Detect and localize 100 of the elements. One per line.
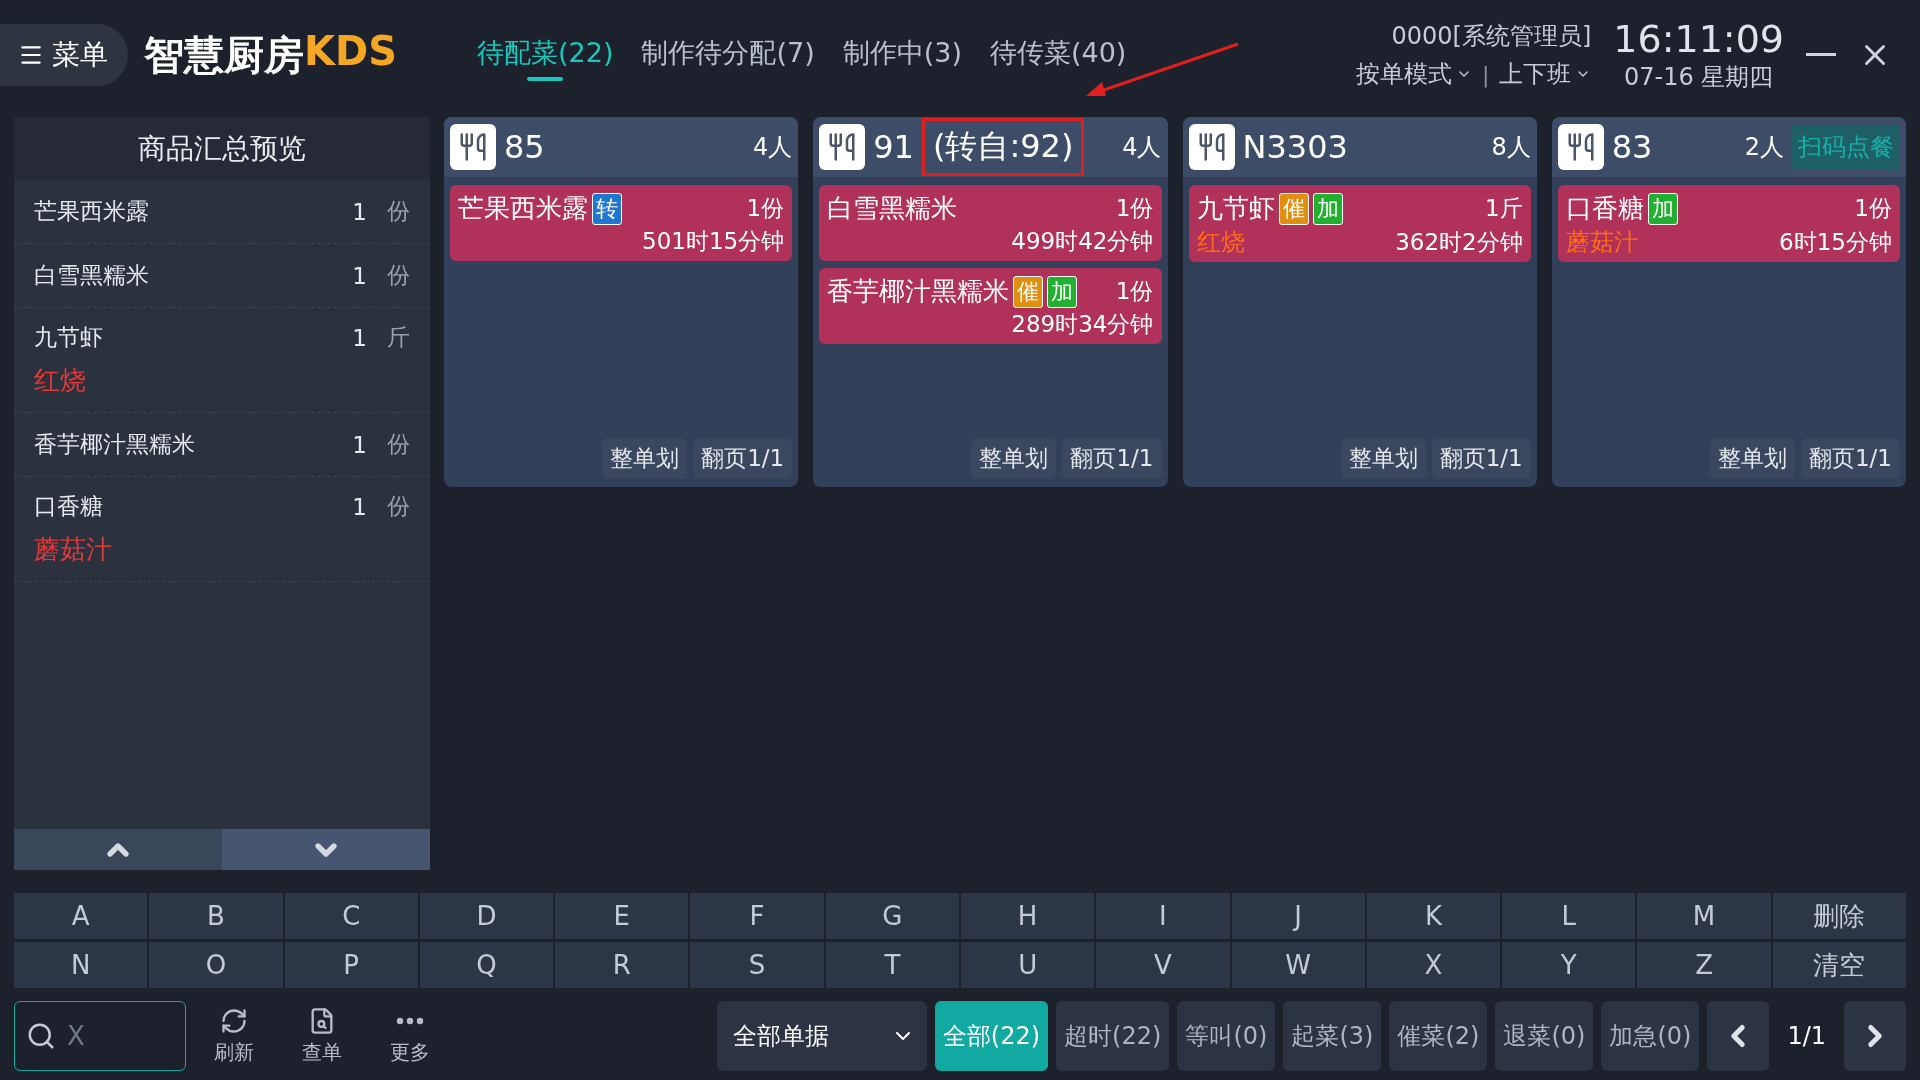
- dish-item[interactable]: 香芋椰汁黑糯米 催 加 1份 289时34分钟: [819, 268, 1162, 344]
- dish-name: 白雪黑糯米: [34, 261, 150, 290]
- dish-tag: 催: [1013, 275, 1044, 308]
- mode-dropdown[interactable]: 按单模式: [1355, 58, 1472, 90]
- keyboard-key[interactable]: S: [690, 942, 824, 988]
- date-label: 07-16 星期四: [1623, 62, 1774, 93]
- filter-button[interactable]: 催菜(2): [1389, 1001, 1488, 1071]
- page-indicator: 1/1: [1786, 1022, 1827, 1050]
- dish-item[interactable]: 芒果西米露 转 1份 501时15分钟: [450, 185, 793, 261]
- keyboard-key[interactable]: R: [555, 942, 689, 988]
- keyboard-key[interactable]: M: [1637, 893, 1771, 939]
- filter-button[interactable]: 等叫(0): [1177, 1001, 1276, 1071]
- dish-item[interactable]: 白雪黑糯米 1份 499时42分钟: [819, 185, 1162, 261]
- card-action-button[interactable]: 整单划: [971, 438, 1057, 479]
- dish-tag: 加: [1047, 275, 1078, 308]
- keyboard-key[interactable]: C: [284, 893, 418, 939]
- card-action-button[interactable]: 整单划: [1340, 438, 1426, 479]
- elapsed-time: 499时42分钟: [1011, 227, 1154, 256]
- keyboard-key[interactable]: Y: [1502, 942, 1636, 988]
- keyboard-key[interactable]: W: [1231, 942, 1365, 988]
- keyboard-key[interactable]: 清空: [1772, 942, 1906, 988]
- dish-note: 蘑菇汁: [34, 533, 112, 566]
- keyboard-key[interactable]: B: [149, 893, 283, 939]
- panel-title: 商品汇总预览: [14, 117, 430, 180]
- previous-page-button[interactable]: [1707, 1001, 1770, 1071]
- dish-name: 九节虾: [34, 323, 104, 352]
- dish-quantity: 1: [352, 324, 367, 351]
- keyboard-key[interactable]: T: [825, 942, 959, 988]
- separator: |: [1481, 61, 1490, 87]
- keyboard-key[interactable]: J: [1231, 893, 1365, 939]
- filter-button[interactable]: 起菜(3): [1283, 1001, 1382, 1071]
- dish-quantity: 1: [352, 262, 367, 289]
- card-action-button[interactable]: 整单划: [602, 438, 688, 479]
- search-field[interactable]: X: [14, 1001, 186, 1071]
- keyboard-key[interactable]: Z: [1637, 942, 1771, 988]
- search-icon: [26, 1021, 56, 1051]
- order-source: 扫码点餐: [1792, 125, 1900, 169]
- dish-tag: 转: [592, 192, 622, 225]
- card-action-button[interactable]: 翻页1/1: [693, 438, 793, 479]
- keyboard-key[interactable]: H: [961, 893, 1095, 939]
- dish-name: 九节虾: [1196, 192, 1275, 225]
- dish-unit: 份: [387, 197, 410, 226]
- dish-quantity: 1份: [1115, 194, 1154, 223]
- keyboard-key[interactable]: D: [419, 893, 554, 939]
- toolbar-button[interactable]: 更多: [370, 1005, 450, 1067]
- card-action-button[interactable]: 翻页1/1: [1431, 438, 1531, 479]
- table-number: 91: [873, 128, 914, 166]
- filter-button[interactable]: 超时(22): [1056, 1001, 1170, 1071]
- utensils-icon: [819, 124, 866, 170]
- dish-quantity: 1: [352, 493, 367, 520]
- dish-note: 红烧: [1196, 227, 1245, 258]
- keyboard-key[interactable]: L: [1502, 893, 1636, 939]
- dish-item[interactable]: 九节虾 催 加 1斤 红烧 362时2分钟: [1188, 185, 1531, 262]
- dish-unit: 份: [387, 492, 410, 521]
- filter-button[interactable]: 退菜(0): [1495, 1001, 1594, 1071]
- keyboard-key[interactable]: A: [14, 893, 148, 939]
- table-number: N3303: [1242, 128, 1348, 166]
- dish-quantity: 1斤: [1485, 194, 1523, 223]
- shift-dropdown[interactable]: 上下班: [1499, 58, 1592, 90]
- keyboard-key[interactable]: E: [555, 893, 689, 939]
- nav-tab[interactable]: 制作待分配(7): [641, 29, 815, 81]
- document-filter-dropdown[interactable]: 全部单据: [716, 1001, 927, 1071]
- toolbar-button[interactable]: 查单: [282, 1005, 362, 1067]
- dish-tag: 催: [1278, 192, 1309, 225]
- keyboard-key[interactable]: X: [1366, 942, 1501, 988]
- dish-item[interactable]: 口香糖 加 1份 蘑菇汁 6时15分钟: [1557, 185, 1900, 262]
- refresh-icon: [220, 1006, 248, 1035]
- keyboard-key[interactable]: N: [14, 942, 148, 988]
- elapsed-time: 6时15分钟: [1779, 227, 1892, 257]
- keyboard-key[interactable]: K: [1366, 893, 1501, 939]
- card-action-button[interactable]: 整单划: [1710, 438, 1795, 479]
- guest-count: 2人: [1744, 132, 1784, 163]
- keyboard-key[interactable]: 删除: [1772, 893, 1906, 939]
- nav-tab[interactable]: 制作中(3): [842, 29, 962, 81]
- menu-button[interactable]: 菜单: [0, 24, 128, 86]
- keyboard-key[interactable]: U: [961, 942, 1095, 988]
- table-number: 83: [1611, 128, 1653, 166]
- keyboard-key[interactable]: O: [149, 942, 283, 988]
- card-action-button[interactable]: 翻页1/1: [1801, 438, 1900, 479]
- keyboard-key[interactable]: G: [825, 893, 959, 939]
- keyboard-key[interactable]: Q: [419, 942, 554, 988]
- dish-unit: 份: [387, 430, 410, 459]
- keyboard-key[interactable]: F: [690, 893, 824, 939]
- toolbar-button[interactable]: 刷新: [194, 1005, 274, 1067]
- filter-button[interactable]: 加急(0): [1601, 1001, 1700, 1071]
- user-name: 0000[系统管理员]: [1391, 21, 1592, 52]
- keyboard-key[interactable]: P: [284, 942, 418, 988]
- dish-name: 芒果西米露: [458, 192, 588, 225]
- nav-tab[interactable]: 待配菜(22): [477, 29, 614, 81]
- dish-note: 蘑菇汁: [1565, 227, 1638, 258]
- keyboard-key[interactable]: I: [1096, 893, 1230, 939]
- app-logo: 智慧厨房KDS: [144, 27, 397, 80]
- card-action-button[interactable]: 翻页1/1: [1062, 438, 1162, 479]
- nav-tab[interactable]: 待传菜(40): [989, 29, 1127, 81]
- minimize-button[interactable]: [1806, 53, 1836, 57]
- dish-name: 白雪黑糯米: [827, 192, 958, 225]
- next-page-button[interactable]: [1844, 1001, 1906, 1071]
- utensils-icon: [450, 124, 496, 170]
- dish-name: 口香糖: [1565, 192, 1644, 225]
- keyboard-key[interactable]: V: [1096, 942, 1230, 988]
